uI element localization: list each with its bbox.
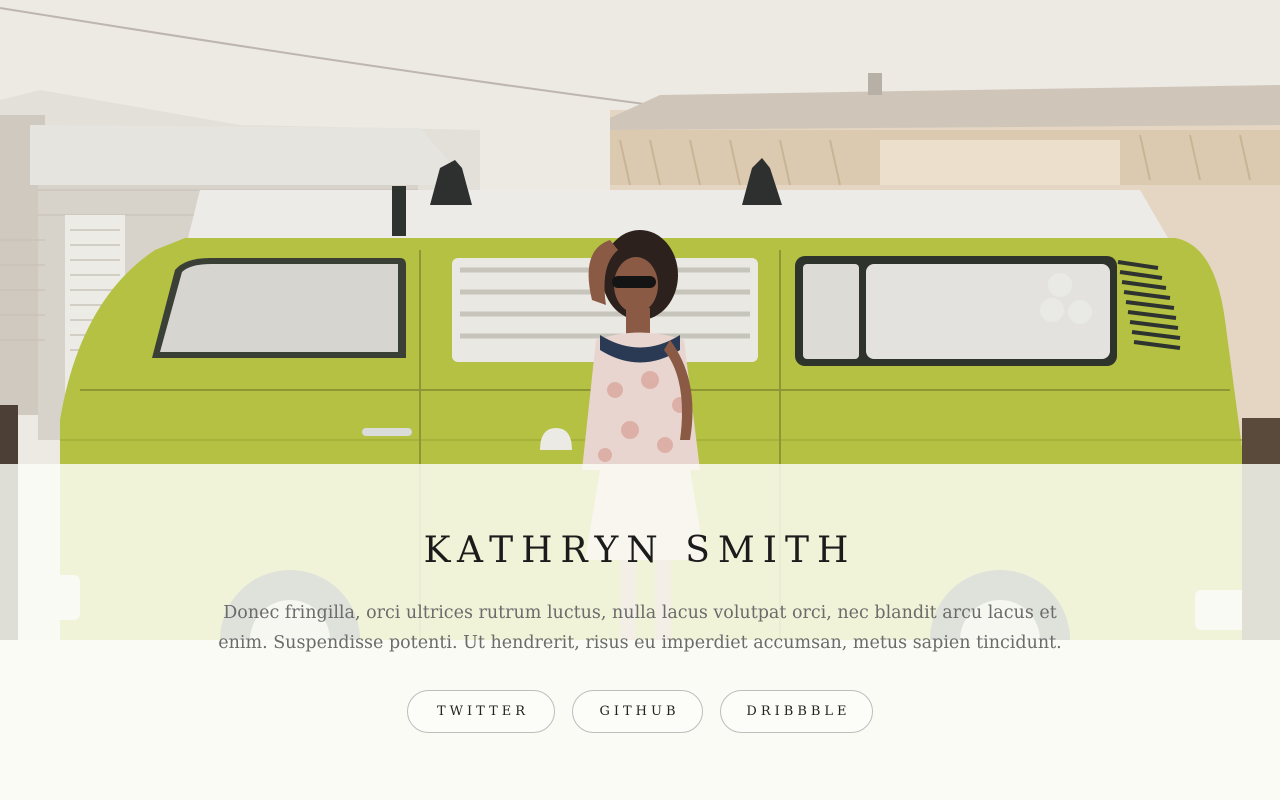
profile-bio: Donec fringilla, orci ultrices rutrum lu… bbox=[200, 598, 1080, 658]
github-button[interactable]: GITHUB bbox=[572, 690, 703, 733]
profile-name: KATHRYN SMITH bbox=[423, 530, 857, 571]
hero-section: KATHRYN SMITH Donec fringilla, orci ultr… bbox=[0, 0, 1280, 800]
dribbble-button[interactable]: DRIBBBLE bbox=[720, 690, 873, 733]
social-links: TWITTER GITHUB DRIBBBLE bbox=[0, 690, 1280, 733]
profile-bio-line-2: enim. Suspendisse potenti. Ut hendrerit,… bbox=[218, 633, 1062, 653]
profile-bio-line-1: Donec fringilla, orci ultrices rutrum lu… bbox=[223, 603, 1057, 623]
twitter-button[interactable]: TWITTER bbox=[407, 690, 555, 733]
